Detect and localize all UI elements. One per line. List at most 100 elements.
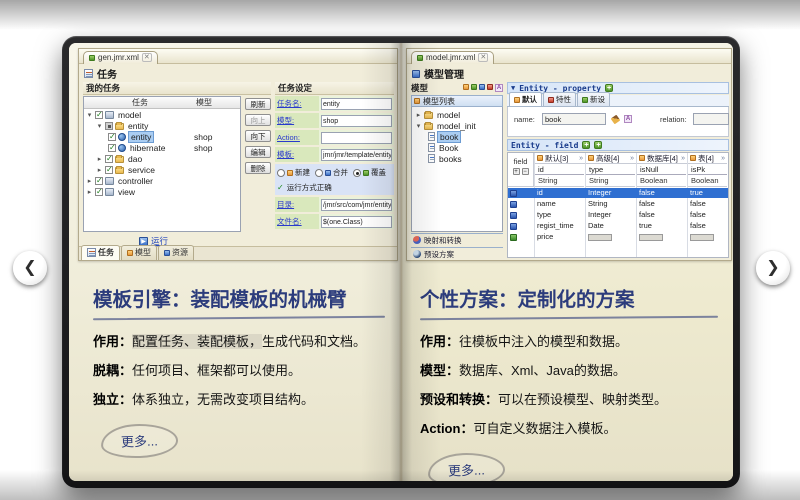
move-down-button[interactable]: 向下: [245, 130, 271, 142]
tree-row-dao[interactable]: dao: [84, 153, 240, 164]
field-row-type[interactable]: type Integer false false: [508, 210, 728, 220]
expander-open-icon[interactable]: [86, 111, 93, 119]
add-property-icon[interactable]: [605, 84, 614, 92]
mapping-conversion-item[interactable]: 映射和转换: [411, 233, 503, 246]
refresh-button[interactable]: 刷新: [245, 98, 271, 110]
directory-field[interactable]: /jmr/src/com/jmr/entity: [321, 198, 392, 211]
checkbox-checked-icon[interactable]: [108, 143, 116, 152]
package-icon: [105, 187, 114, 196]
toolbar-icon-3[interactable]: [479, 84, 485, 90]
delete-button[interactable]: 删除: [245, 162, 271, 174]
editor-tab-gen-jmr[interactable]: gen.jmr.xml ✕: [83, 51, 158, 64]
close-tab-icon[interactable]: ✕: [478, 53, 489, 62]
tree-row-entity-folder[interactable]: entity: [84, 120, 240, 131]
field-row-name[interactable]: name String false false: [508, 199, 728, 209]
traits-tab-icon: [548, 96, 554, 103]
group-more-icon[interactable]: »: [579, 155, 583, 162]
checkbox-checked-icon[interactable]: [95, 110, 103, 119]
group-table[interactable]: 表[4] »: [688, 153, 727, 164]
group-more-icon[interactable]: »: [721, 155, 725, 162]
tab-resources[interactable]: 资源: [158, 245, 194, 260]
toolbar-icon-4[interactable]: [487, 84, 493, 90]
entity-field-header[interactable]: Entity - field: [507, 139, 729, 151]
tab-traits[interactable]: 特性: [543, 92, 576, 106]
radio-new[interactable]: [277, 168, 285, 177]
field-row-regist-time[interactable]: regist_time Date true false: [508, 221, 728, 231]
edit-pencil-icon[interactable]: [610, 114, 621, 125]
editor-tab-model-jmr[interactable]: model.jmr.xml ✕: [411, 51, 495, 64]
expander-closed-icon[interactable]: [96, 155, 103, 163]
tree-row-book[interactable]: book: [412, 130, 502, 143]
tasks-icon: [87, 248, 96, 257]
checkbox-checked-icon[interactable]: [108, 132, 116, 141]
next-page-button[interactable]: ❯: [756, 251, 790, 285]
add-field-icon[interactable]: [582, 141, 591, 149]
checkbox-checked-icon[interactable]: [105, 154, 113, 163]
edit-button[interactable]: 编辑: [245, 146, 271, 158]
tree-row-entity[interactable]: entity shop: [84, 130, 240, 143]
toolbar-icon-1[interactable]: [463, 84, 469, 90]
tab-model[interactable]: 模型: [121, 245, 157, 260]
group-advanced[interactable]: 高级[4] »: [586, 153, 636, 164]
group-database[interactable]: 数据库[4] »: [637, 153, 687, 164]
toolbar-icon-2[interactable]: [471, 84, 477, 90]
field-row-price[interactable]: price: [508, 232, 728, 242]
filename-field[interactable]: $(one.Class): [321, 215, 392, 228]
tab-new-setting[interactable]: 新设: [577, 92, 610, 106]
checkbox-checked-icon[interactable]: [95, 176, 103, 185]
relation-field[interactable]: [693, 113, 729, 125]
tree-row-hibernate[interactable]: hibernate shop: [84, 142, 240, 153]
edit-cell[interactable]: [639, 233, 663, 241]
move-up-button[interactable]: 向上: [245, 114, 271, 126]
tree-row-model-init[interactable]: model_init: [412, 120, 502, 131]
expander-closed-icon[interactable]: [96, 166, 103, 174]
group-default[interactable]: 默认[3] »: [535, 153, 585, 164]
expander-open-icon[interactable]: [96, 122, 103, 130]
model-editor-screenshot: model.jmr.xml ✕ 模型管理 模型 A 模型列表 ▸ model ▾…: [406, 48, 732, 261]
action-field[interactable]: [321, 131, 392, 144]
checkbox-partial-icon[interactable]: [105, 121, 113, 130]
tree-row-books[interactable]: books: [412, 153, 502, 164]
checkbox-checked-icon[interactable]: [95, 187, 103, 196]
more-button[interactable]: 更多...: [427, 451, 506, 481]
model-manager-icon: [412, 69, 420, 78]
col-type: String: [586, 175, 635, 187]
panel-title-label: 任务: [97, 70, 117, 81]
tree-row-service[interactable]: service: [84, 164, 240, 175]
close-tab-icon[interactable]: ✕: [141, 53, 152, 62]
tree-row-controller[interactable]: controller: [84, 175, 240, 186]
model-field[interactable]: shop: [321, 114, 392, 127]
remove-row-icon[interactable]: −: [521, 168, 529, 175]
group-more-icon[interactable]: »: [681, 155, 685, 162]
run-mode-status: ✓ 运行方式正确: [277, 183, 332, 192]
preset-plan-item[interactable]: 预设方案: [411, 247, 503, 260]
tree-row-model[interactable]: model: [84, 109, 240, 120]
more-button[interactable]: 更多...: [100, 422, 179, 460]
group-more-icon[interactable]: »: [630, 155, 634, 162]
edit-cell[interactable]: [588, 233, 612, 241]
expander-closed-icon[interactable]: [86, 188, 93, 196]
field-row-id[interactable]: id Integer false true: [508, 188, 728, 198]
template-field[interactable]: jmr/jmr/template/entity.java.jsl: [321, 148, 392, 161]
add-field-group-icon[interactable]: [594, 141, 603, 149]
overwrite-icon: [363, 169, 369, 176]
tree-row-Book[interactable]: Book: [412, 142, 502, 153]
radio-overwrite[interactable]: [353, 168, 361, 177]
task-name-field[interactable]: entity: [321, 97, 392, 110]
edit-cell[interactable]: [690, 233, 714, 241]
tree-row-model[interactable]: model: [412, 109, 502, 120]
toolbar-icon-sort[interactable]: [495, 84, 503, 92]
expander-open-icon[interactable]: [415, 122, 422, 130]
radio-merge[interactable]: [315, 168, 323, 177]
prev-page-button[interactable]: ❮: [13, 251, 47, 285]
add-row-icon[interactable]: +: [512, 168, 520, 175]
tree-row-view[interactable]: view: [84, 186, 240, 197]
tab-default[interactable]: 默认: [509, 92, 542, 106]
tab-tasks[interactable]: 任务: [81, 245, 120, 260]
rename-icon[interactable]: [624, 115, 632, 123]
checkbox-checked-icon[interactable]: [105, 165, 113, 174]
expander-closed-icon[interactable]: [415, 111, 422, 119]
collapse-triangle-icon[interactable]: ▼: [511, 84, 515, 92]
expander-closed-icon[interactable]: [86, 177, 93, 185]
name-field[interactable]: book: [542, 113, 606, 125]
